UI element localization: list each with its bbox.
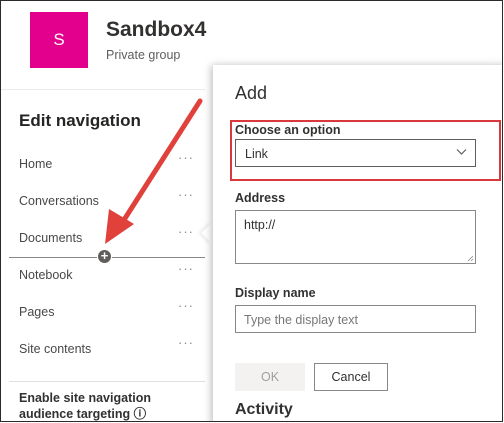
site-logo-letter: S [53,30,65,49]
more-options-icon[interactable]: ··· [178,335,194,350]
dialog-title: Add [235,83,268,103]
dropdown-value: Link [245,147,268,161]
nav-item-notebook[interactable]: Notebook ··· [1,257,205,294]
nav-item-label: Documents [19,231,83,245]
more-options-icon[interactable]: ··· [178,224,194,239]
nav-item-label: Home [19,157,53,171]
nav-divider [9,381,205,382]
site-privacy-label: Private group [106,48,181,62]
more-options-icon[interactable]: ··· [178,187,194,202]
site-title[interactable]: Sandbox4 [106,18,206,42]
audience-targeting-label[interactable]: Enable site navigation audience targetin… [19,390,189,421]
nav-item-site-contents[interactable]: Site contents ··· [1,331,205,368]
chevron-down-icon [456,149,467,155]
site-logo[interactable]: S [30,12,88,68]
more-options-icon[interactable]: ··· [178,298,194,313]
nav-item-label: Pages [19,305,55,319]
more-options-icon[interactable]: ··· [178,150,194,165]
cancel-button[interactable]: Cancel [314,363,388,391]
nav-item-label: Conversations [19,194,99,208]
display-name-label: Display name [235,286,316,300]
choose-option-label: Choose an option [235,123,341,137]
more-options-icon[interactable]: ··· [178,261,194,276]
nav-heading: Edit navigation [19,111,141,130]
nav-item-label: Site contents [19,342,92,356]
address-value: http:// [244,218,276,232]
nav-item-label: Notebook [19,268,73,282]
choose-option-dropdown[interactable]: Link [235,139,476,167]
address-label: Address [235,191,286,205]
edit-navigation-panel: Edit navigation Home ··· Conversations ·… [1,89,205,421]
add-link-dialog: Add Choose an option Link Address http:/… [213,65,502,421]
screenshot-frame: S Sandbox4 Private group Edit navigation… [0,0,503,422]
resize-grip-icon[interactable] [467,255,474,262]
nav-item-pages[interactable]: Pages ··· [1,294,205,331]
ok-button[interactable]: OK [235,363,305,391]
nav-item-conversations[interactable]: Conversations ··· [1,183,205,220]
display-name-placeholder: Type the display text [244,313,358,327]
address-field[interactable]: http:// [235,210,476,264]
nav-item-home[interactable]: Home ··· [1,146,205,183]
display-name-field[interactable]: Type the display text [235,305,476,333]
activity-heading: Activity [235,401,293,418]
